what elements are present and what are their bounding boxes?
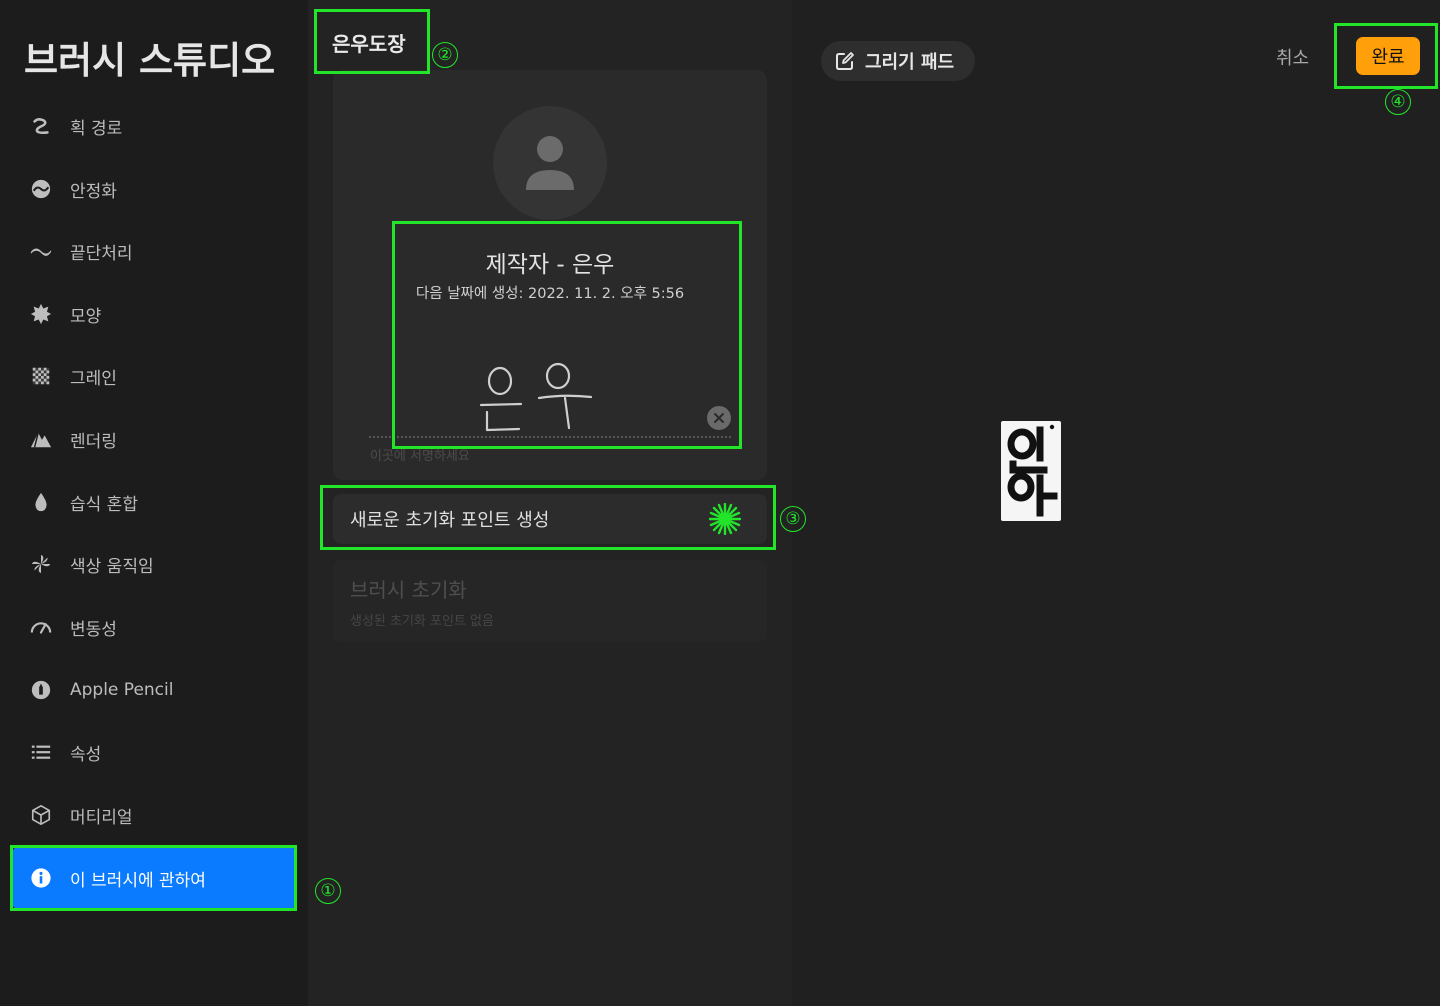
stabilization-icon [12, 178, 70, 200]
sidebar-item-label: 속성 [70, 744, 102, 765]
done-button[interactable]: 완료 [1356, 37, 1420, 75]
sidebar-item-label: 안정화 [70, 181, 117, 202]
signature-hint: 이곳에 서명하세요 [370, 449, 470, 464]
sidebar-item-about-brush[interactable]: 이 브러시에 관하여 [12, 846, 296, 910]
brush-reset-section: 브러시 초기화 생성된 초기화 포인트 없음 [333, 560, 767, 642]
sidebar-item-shape[interactable]: 모양 [12, 282, 296, 346]
sidebar-item-color-dynamics[interactable]: 색상 움직임 [12, 532, 296, 596]
edit-icon [836, 52, 854, 70]
author-name[interactable]: 제작자 - 은우 [333, 245, 767, 279]
sidebar-item-label: 모양 [70, 306, 102, 327]
shape-icon [12, 303, 70, 325]
taper-icon [12, 240, 70, 262]
person-icon [526, 136, 574, 190]
author-card: 제작자 - 은우 다음 날짜에 생성: 2022. 11. 2. 오후 5:56… [333, 70, 767, 480]
sparkle-icon [709, 503, 741, 535]
sidebar-item-wet-mix[interactable]: 습식 혼합 [12, 470, 296, 534]
create-reset-point-label: 새로운 초기화 포인트 생성 [350, 510, 550, 531]
drawing-pad-label: 그리기 패드 [865, 52, 955, 73]
cancel-button[interactable]: 취소 [1276, 44, 1309, 70]
signature-line [369, 436, 731, 438]
avatar[interactable] [493, 106, 607, 220]
sidebar-item-label: Apple Pencil [70, 680, 174, 700]
sidebar-item-dynamics[interactable]: 변동성 [12, 595, 296, 659]
sidebar-item-taper[interactable]: 끝단처리 [12, 219, 296, 283]
sidebar-item-label: 렌더링 [70, 431, 117, 452]
sidebar-item-rendering[interactable]: 렌더링 [12, 407, 296, 471]
sidebar-item-label: 그레인 [70, 368, 117, 389]
sidebar-item-label: 획 경로 [70, 118, 123, 139]
about-panel: 은우도장 제작자 - 은우 다음 날짜에 생성: 2022. 11. 2. 오후… [308, 0, 792, 1006]
sidebar-item-label: 변동성 [70, 619, 117, 640]
drawing-pad-button[interactable]: 그리기 패드 [821, 41, 975, 81]
create-reset-point-button[interactable]: 새로운 초기화 포인트 생성 [333, 494, 767, 544]
sidebar: 브러시 스튜디오 획 경로 안정화 끝단처리 모양 그레인 렌더링 습식 혼합 … [0, 0, 308, 1006]
grain-icon [12, 365, 70, 387]
dynamics-icon [12, 616, 70, 638]
signature-area[interactable] [369, 360, 731, 440]
preview-panel: 그리기 패드 취소 완료 [792, 0, 1440, 1006]
brush-reset-title: 브러시 초기화 [350, 578, 467, 602]
sidebar-item-label: 머티리얼 [70, 807, 133, 828]
brush-stamp-preview [1001, 421, 1061, 521]
close-icon [714, 413, 724, 423]
creation-date: 다음 날짜에 생성: 2022. 11. 2. 오후 5:56 [415, 286, 685, 302]
info-icon [12, 867, 70, 889]
rendering-icon [12, 428, 70, 450]
materials-icon [12, 804, 70, 826]
sidebar-item-stroke-path[interactable]: 획 경로 [12, 94, 296, 158]
stroke-path-icon [12, 115, 70, 137]
apple-pencil-icon [12, 679, 70, 701]
sidebar-item-label: 습식 혼합 [70, 494, 138, 515]
wet-mix-icon [12, 491, 70, 513]
sidebar-item-stabilization[interactable]: 안정화 [12, 157, 296, 221]
sidebar-item-grain[interactable]: 그레인 [12, 344, 296, 408]
sidebar-item-label: 끝단처리 [70, 243, 133, 264]
clear-signature-button[interactable] [707, 406, 731, 430]
properties-icon [12, 741, 70, 763]
brush-name-title[interactable]: 은우도장 [332, 28, 406, 57]
sidebar-item-apple-pencil[interactable]: Apple Pencil [12, 658, 296, 722]
sidebar-item-label: 색상 움직임 [70, 556, 154, 577]
sidebar-item-materials[interactable]: 머티리얼 [12, 783, 296, 847]
app-title: 브러시 스튜디오 [24, 39, 276, 82]
brush-reset-subtitle: 생성된 초기화 포인트 없음 [350, 614, 494, 629]
sidebar-item-label: 이 브러시에 관하여 [70, 870, 206, 891]
color-dynamics-icon [12, 553, 70, 575]
sidebar-item-properties[interactable]: 속성 [12, 720, 296, 784]
